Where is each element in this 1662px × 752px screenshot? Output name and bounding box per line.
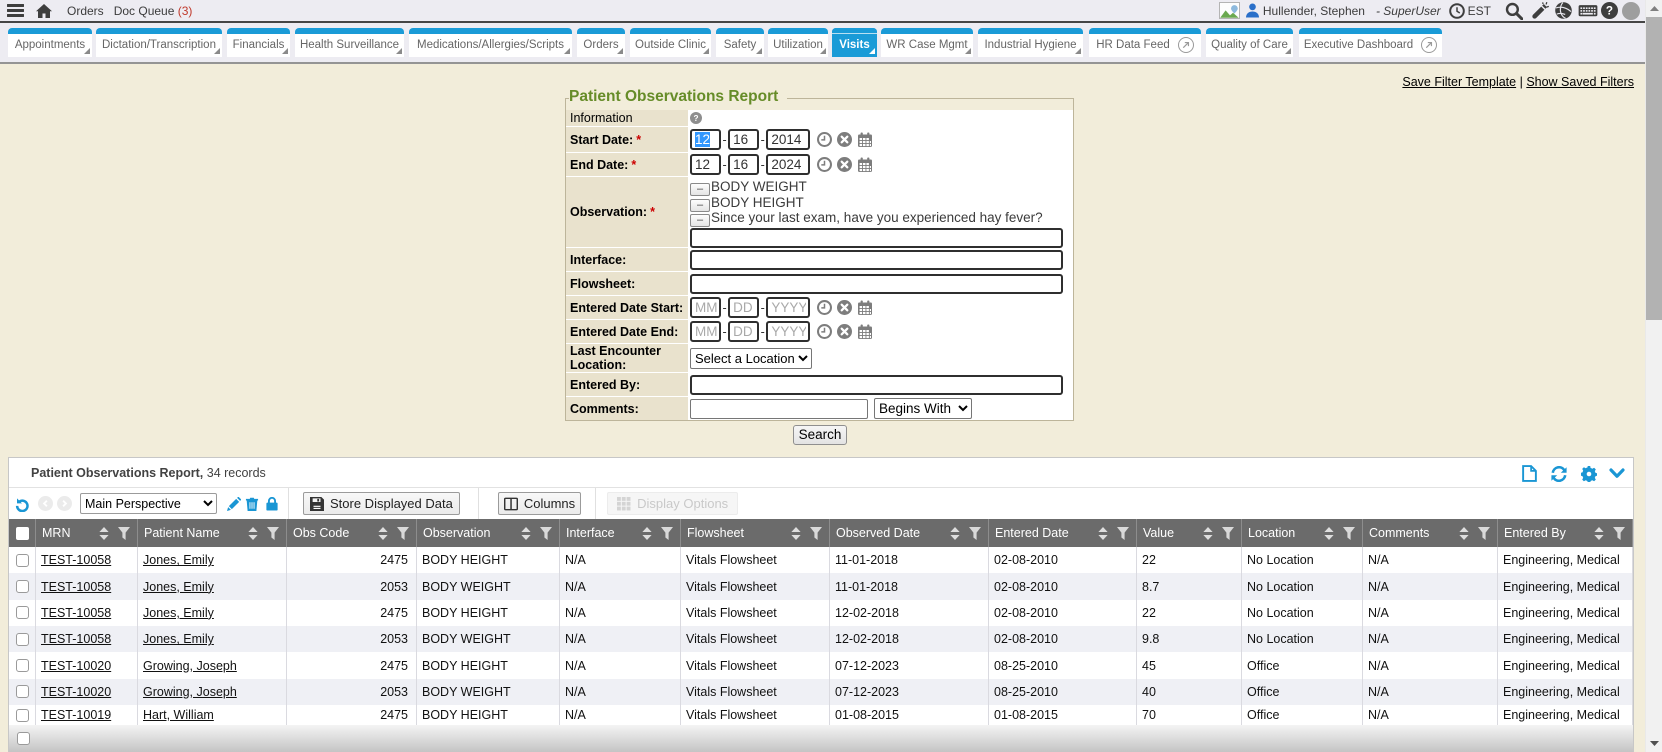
svg-text:?: ? bbox=[693, 114, 698, 123]
svg-text:?: ? bbox=[1606, 5, 1613, 18]
